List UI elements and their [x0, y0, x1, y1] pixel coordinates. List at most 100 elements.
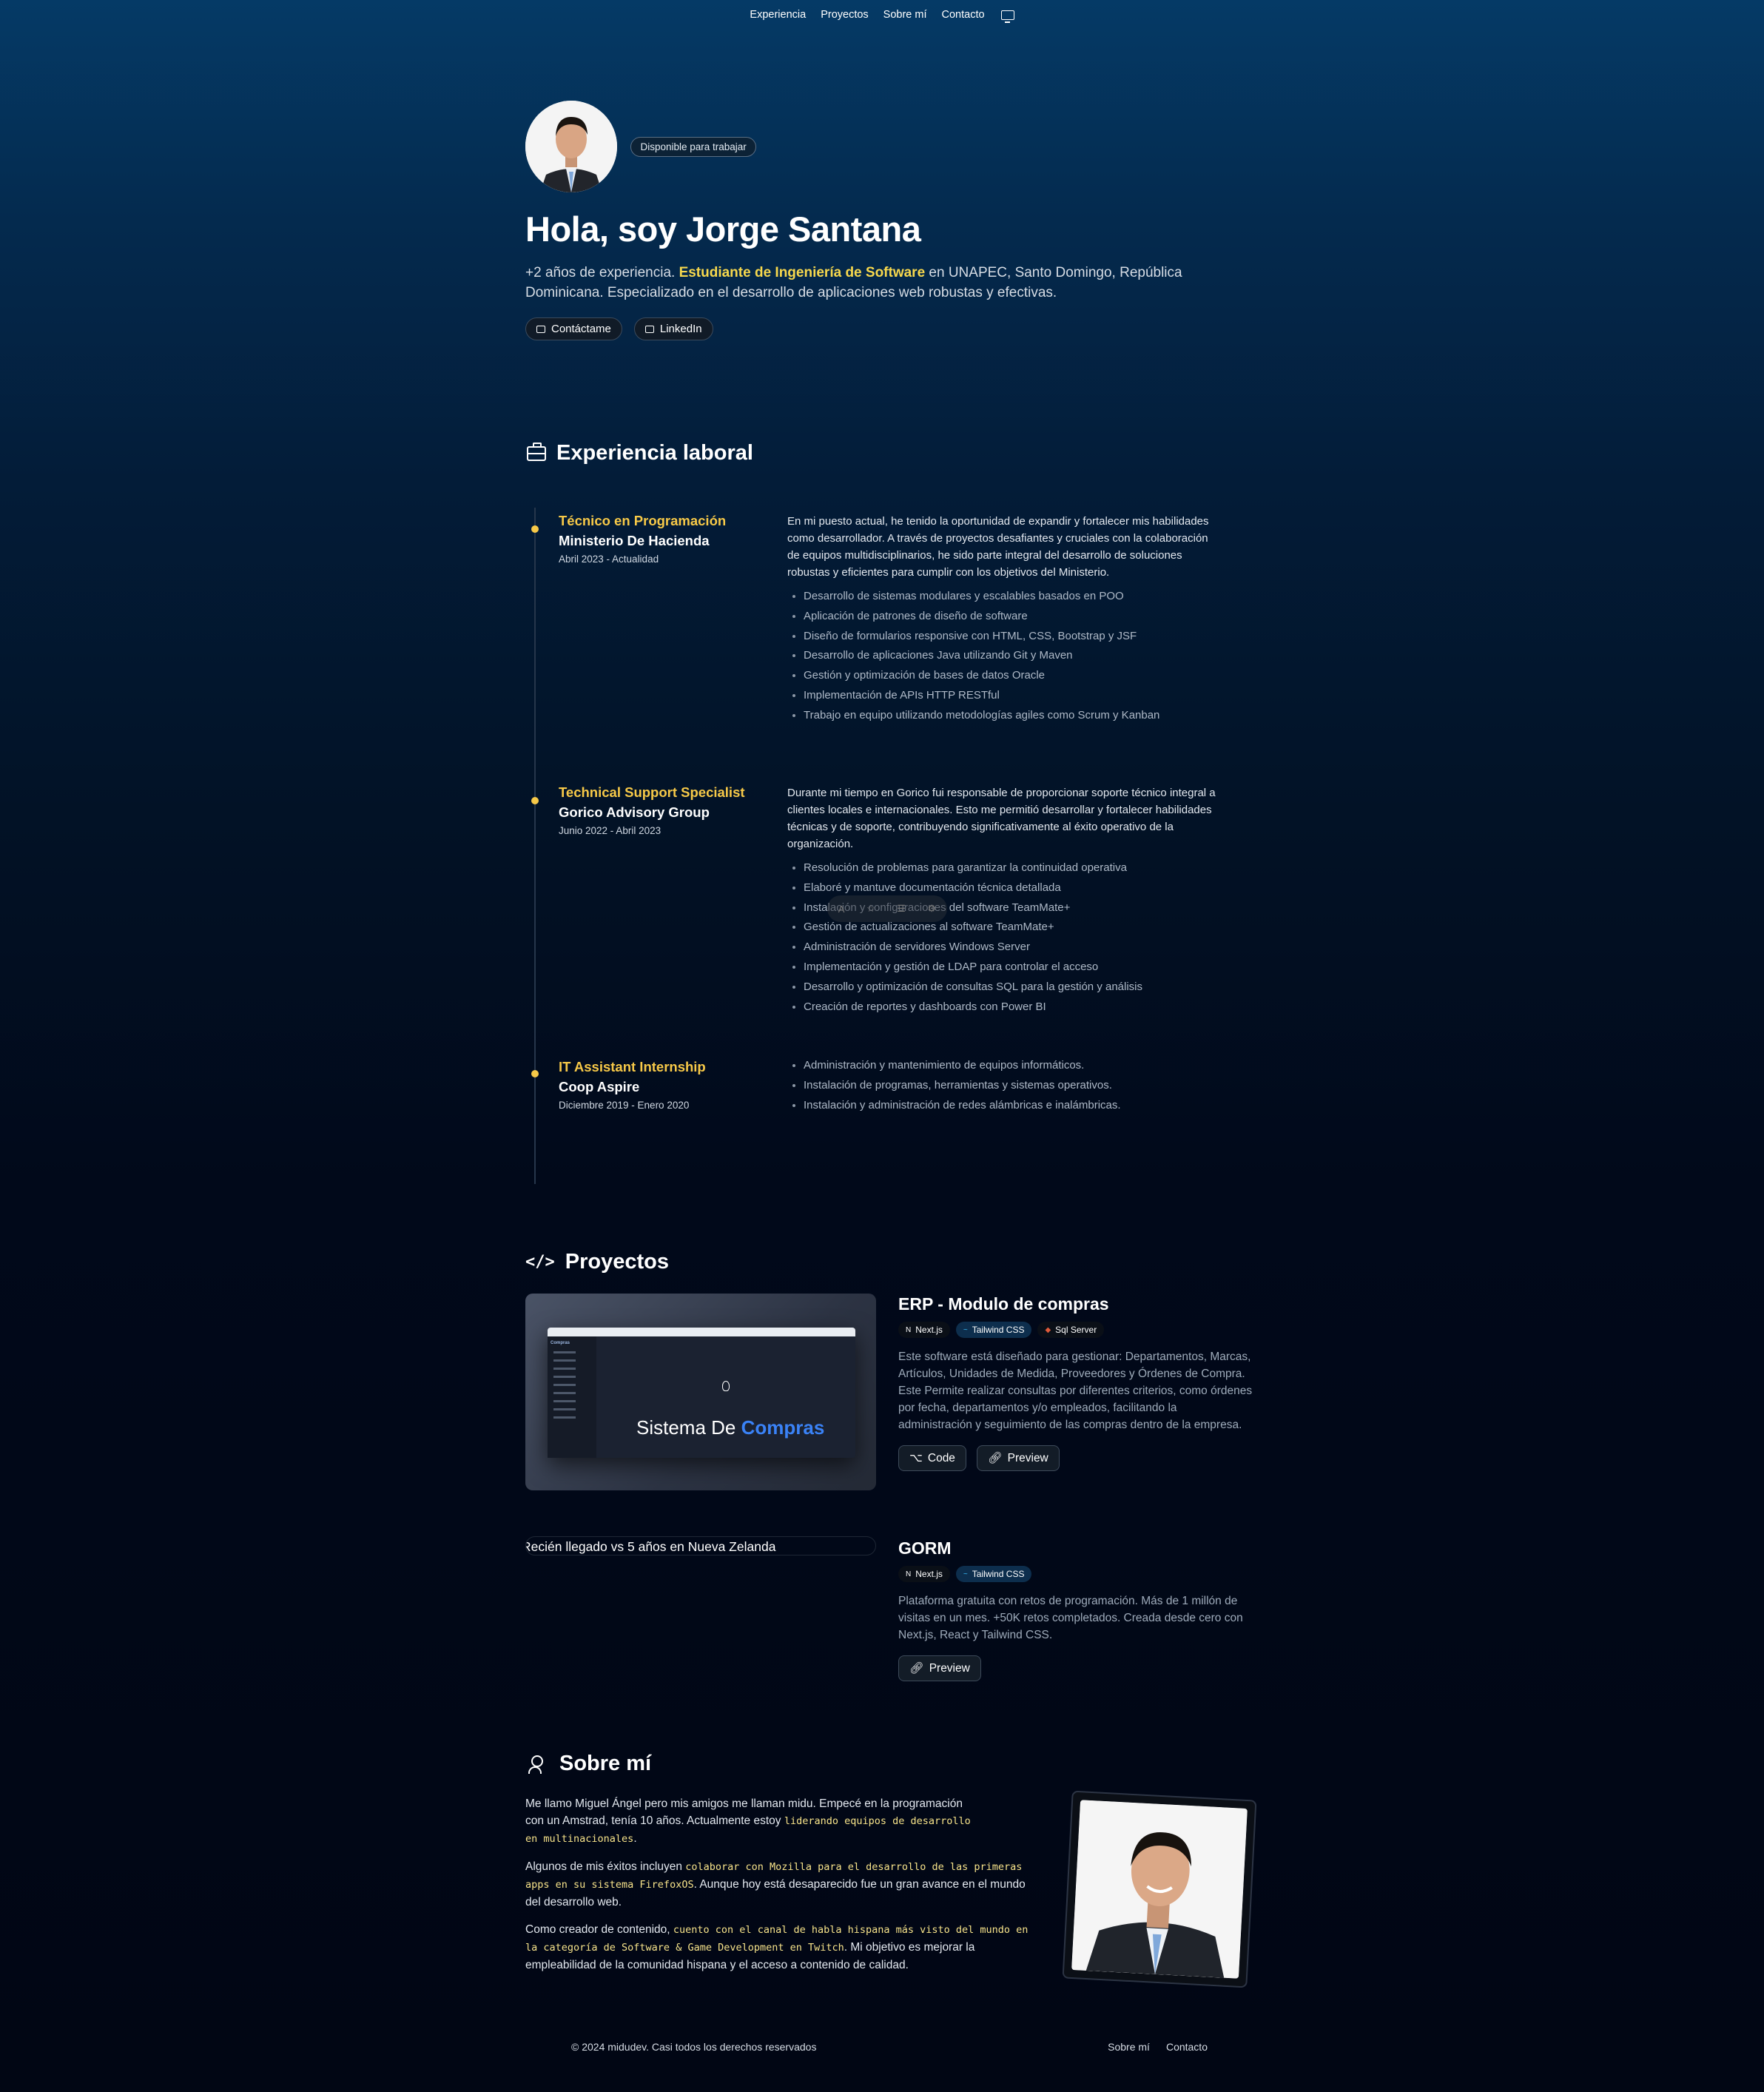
preview-button[interactable]: 🔗︎ Preview: [898, 1655, 981, 1681]
footer: © 2024 midudev. Casi todos los derechos …: [571, 2041, 1208, 2053]
footer-link-sobre-mi[interactable]: Sobre mí: [1108, 2041, 1150, 2053]
job-bullets: Desarrollo de sistemas modulares y escal…: [787, 587, 1216, 726]
job-role: Technical Support Specialist: [559, 784, 745, 800]
about-title: Sobre mí: [559, 1752, 652, 1775]
job-bullet: Instalación y administración de redes al…: [804, 1096, 1216, 1116]
job-bullet: Implementación de APIs HTTP RESTful: [804, 686, 1216, 706]
about-text: .: [633, 1832, 637, 1845]
tailwind-icon: ~: [963, 1570, 968, 1578]
about-text: Como creador de contenido,: [525, 1923, 673, 1936]
settings-icon[interactable]: ⚙: [928, 903, 937, 915]
timeline-dot: [531, 525, 539, 533]
tag-nextjs: N Next.js: [898, 1566, 950, 1582]
mock-title: Sistema De Compras: [636, 1416, 824, 1439]
linkedin-button[interactable]: LinkedIn: [633, 317, 713, 340]
project-image[interactable]: Compras Sistema De Compras: [525, 1294, 876, 1490]
video-caption[interactable]: Recién llegado vs 5 años en Nueva Zeland…: [525, 1536, 876, 1555]
job-date: Diciembre 2019 - Enero 2020: [559, 1100, 690, 1111]
about-text: Algunos de mis éxitos incluyen: [525, 1860, 686, 1873]
job-company: Gorico Advisory Group: [559, 804, 710, 820]
mock-title-highlight: Compras: [741, 1416, 825, 1439]
job-bullet: Resolución de problemas para garantizar …: [804, 858, 1216, 878]
job-role: Técnico en Programación: [559, 513, 727, 528]
job-bullet: Diseño de formularios responsive con HTM…: [804, 627, 1216, 647]
job-bullet: Administración de servidores Windows Ser…: [804, 938, 1216, 958]
job-company: Coop Aspire: [559, 1079, 640, 1094]
project-description: Plataforma gratuita con retos de program…: [898, 1595, 1243, 1641]
project-title: GORM: [898, 1538, 952, 1558]
hero-section: Disponible para trabajar Hola, soy Jorge…: [525, 101, 1250, 340]
footer-copyright: © 2024 midudev. Casi todos los derechos …: [571, 2041, 817, 2053]
experience-title: Experiencia laboral: [556, 441, 753, 465]
nextjs-icon: N: [906, 1570, 912, 1578]
tag-label: Next.js: [915, 1325, 943, 1335]
job-role: IT Assistant Internship: [559, 1059, 706, 1074]
code-button[interactable]: ⌥ Code: [898, 1445, 966, 1471]
github-icon: ⌥: [909, 1452, 923, 1464]
user-icon: [528, 1755, 545, 1774]
job-bullet: Creación de reportes y dashboards con Po…: [804, 998, 1216, 1018]
tag-tailwind: ~ Tailwind CSS: [955, 1322, 1032, 1338]
nav-experiencia[interactable]: Experiencia: [750, 9, 806, 21]
link-icon: 🔗︎: [909, 1662, 924, 1675]
tailwind-icon: ~: [963, 1325, 968, 1334]
projects-title: Proyectos: [565, 1250, 669, 1274]
about-paragraph: Algunos de mis éxitos incluyen colaborar…: [525, 1858, 1043, 1911]
preview-label: Preview: [929, 1661, 970, 1675]
code-label: Code: [927, 1451, 955, 1464]
tag-sqlserver: ◆ Sql Server: [1037, 1322, 1105, 1338]
star-icon[interactable]: ☆: [866, 903, 875, 915]
project-card: ERP - Modulo de compras N Next.js ~ Tailwi…: [898, 1294, 1253, 1471]
list-icon[interactable]: ☰: [897, 903, 906, 915]
nav-sobre-mi[interactable]: Sobre mí: [883, 9, 927, 21]
browser-bar: [548, 1328, 855, 1336]
sqlserver-icon: ◆: [1045, 1325, 1051, 1334]
timeline-line: [534, 508, 536, 1184]
tag-label: Tailwind CSS: [972, 1325, 1025, 1335]
contact-button[interactable]: Contáctame: [525, 317, 622, 340]
linkedin-icon: [644, 325, 654, 333]
job-bullet: Trabajo en equipo utilizando metodología…: [804, 706, 1216, 726]
job-date: Abril 2023 - Actualidad: [559, 554, 659, 565]
about-paragraph: Me llamo Miguel Ángel pero mis amigos me…: [525, 1795, 984, 1848]
job-bullet: Desarrollo de sistemas modulares y escal…: [804, 587, 1216, 607]
tag-label: Next.js: [915, 1569, 943, 1579]
contact-label: Contáctame: [551, 323, 611, 335]
job-bullet: Desarrollo y optimización de consultas S…: [804, 978, 1216, 998]
job-bullet: Administración y mantenimiento de equipo…: [804, 1056, 1216, 1076]
mock-sidebar: Compras: [548, 1336, 596, 1458]
footer-link-contacto[interactable]: Contacto: [1166, 2041, 1208, 2053]
font-icon[interactable]: A: [838, 904, 845, 915]
job-bullet: Gestión y optimización de bases de datos…: [804, 666, 1216, 686]
hero-lead: +2 años de experiencia. Estudiante de In…: [525, 263, 1191, 303]
about-heading: Sobre mí: [528, 1752, 651, 1776]
lead-highlight: Estudiante de Ingeniería de Software: [679, 265, 926, 280]
job-date: Junio 2022 - Abril 2023: [559, 825, 662, 836]
link-icon: 🔗︎: [987, 1452, 1003, 1464]
monitor-icon[interactable]: [1000, 10, 1014, 23]
video-caption-text: Recién llegado vs 5 años en Nueva Zeland…: [525, 1539, 776, 1554]
floating-toolbar[interactable]: A ☆ ☰ ⚙: [827, 895, 947, 922]
flame-icon: [722, 1381, 730, 1391]
project-title: ERP - Modulo de compras: [898, 1294, 1109, 1314]
experience-heading: Experiencia laboral: [527, 441, 753, 465]
tag-label: Sql Server: [1055, 1325, 1097, 1335]
job-company: Ministerio De Hacienda: [559, 533, 710, 548]
nav-proyectos[interactable]: Proyectos: [821, 9, 868, 21]
about-paragraph: Como creador de contenido, cuento con el…: [525, 1921, 1043, 1974]
availability-badge: Disponible para trabajar: [630, 136, 756, 157]
tag-nextjs: N Next.js: [898, 1322, 950, 1338]
preview-button[interactable]: 🔗︎ Preview: [976, 1445, 1060, 1471]
nav-contacto[interactable]: Contacto: [942, 9, 985, 21]
mail-icon: [536, 325, 545, 333]
job-bullet: Instalación de programas, herramientas y…: [804, 1076, 1216, 1096]
tag-tailwind: ~ Tailwind CSS: [955, 1566, 1032, 1582]
browser-mockup: Compras Sistema De Compras: [548, 1328, 855, 1458]
lead-text: +2 años de experiencia.: [525, 265, 679, 280]
job-description: Durante mi tiempo en Gorico fui responsa…: [787, 787, 1216, 850]
job-bullets: Administración y mantenimiento de equipo…: [787, 1056, 1216, 1115]
hero-title: Hola, soy Jorge Santana: [525, 209, 921, 249]
linkedin-label: LinkedIn: [659, 323, 702, 335]
preview-label: Preview: [1007, 1451, 1048, 1464]
job-bullet: Implementación y gestión de LDAP para co…: [804, 958, 1216, 978]
